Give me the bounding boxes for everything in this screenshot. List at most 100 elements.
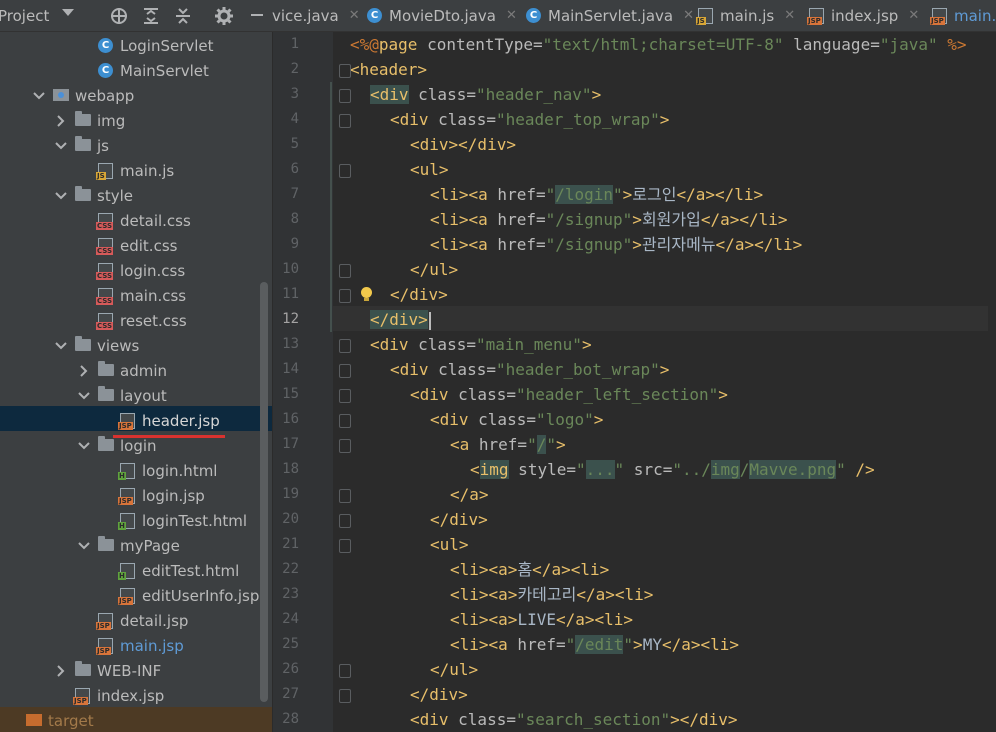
code-line[interactable]: <div></div> — [410, 132, 516, 157]
tree-item-main-jsp[interactable]: JSP main.jsp — [78, 633, 184, 658]
code-editor[interactable]: <%@page contentType="text/html;charset=U… — [273, 32, 996, 732]
tab-index-jsp[interactable]: JSP index.jsp ✕ — [807, 0, 919, 31]
code-line[interactable]: <li><a>LIVE</a><li> — [450, 607, 633, 632]
code-line[interactable]: <div class="header_top_wrap"> — [390, 107, 669, 132]
chevron-down-icon[interactable] — [55, 140, 67, 152]
chevron-down-icon[interactable] — [33, 90, 45, 102]
chevron-down-icon[interactable] — [78, 440, 90, 452]
code-line[interactable]: <li><a href="/edit">MY</a><li> — [450, 632, 739, 657]
tab-moviedto-java[interactable]: C MovieDto.java ✕ — [367, 0, 517, 31]
tree-item-main-js[interactable]: JS main.js — [78, 158, 174, 183]
tab-vice-java[interactable]: vice.java ✕ — [272, 0, 360, 31]
collapse-all-icon[interactable] — [172, 5, 194, 27]
crosshair-icon[interactable] — [108, 5, 130, 27]
code-line[interactable]: <li><a href="/login">로그인</a></li> — [430, 182, 763, 207]
fold-marker-icon[interactable] — [339, 364, 351, 378]
code-line[interactable]: </div> — [370, 307, 431, 332]
code-line[interactable]: <img style="..." src="../img/Mavve.png" … — [470, 457, 875, 482]
tree-item-js[interactable]: js — [55, 133, 109, 158]
fold-marker-icon[interactable] — [339, 164, 351, 178]
code-line[interactable]: </div> — [430, 507, 488, 532]
tab-main-js[interactable]: JS main.js ✕ — [696, 0, 795, 31]
code-line[interactable]: <ul> — [430, 532, 469, 557]
fold-marker-icon[interactable] — [339, 389, 351, 403]
tree-item-target[interactable]: target — [6, 708, 94, 732]
chevron-right-icon[interactable] — [55, 114, 67, 127]
tree-item-mainservlet[interactable]: C MainServlet — [78, 58, 209, 83]
code-line[interactable]: <li><a>카테고리</a><li> — [450, 582, 653, 607]
tree-item-edittest-html[interactable]: HeditTest.html — [100, 558, 239, 583]
tab-mainservlet-java[interactable]: C MainServlet.java ✕ — [526, 0, 694, 31]
close-icon[interactable]: ✕ — [683, 8, 694, 23]
code-line[interactable]: <div class="search_section"></div> — [410, 707, 738, 732]
close-icon[interactable]: ✕ — [784, 8, 795, 23]
fold-marker-icon[interactable] — [339, 664, 351, 678]
code-line[interactable]: <div class="header_left_section"> — [410, 382, 728, 407]
fold-marker-icon[interactable] — [339, 439, 351, 453]
tree-item-edituserinfo-jsp[interactable]: JSP editUserInfo.jsp — [100, 583, 259, 608]
code-line[interactable]: <ul> — [410, 157, 449, 182]
tree-item-main-css[interactable]: CSS main.css — [78, 283, 186, 308]
tree-item-header-jsp[interactable]: JSP header.jsp — [100, 408, 220, 433]
chevron-down-icon[interactable] — [55, 340, 67, 352]
tree-item-edit-css[interactable]: CSS edit.css — [78, 233, 177, 258]
tree-item-webapp[interactable]: webapp — [33, 83, 134, 108]
chevron-down-icon[interactable] — [55, 190, 67, 202]
fold-marker-icon[interactable] — [339, 114, 351, 128]
tree-item-views[interactable]: views — [55, 333, 139, 358]
fold-marker-icon[interactable] — [339, 264, 351, 278]
project-selector[interactable]: Project — [0, 0, 49, 31]
tree-item-index-jsp[interactable]: JSP index.jsp — [55, 683, 164, 708]
fold-marker-icon[interactable] — [339, 339, 351, 353]
tree-item-login[interactable]: login — [78, 433, 157, 458]
minimize-icon[interactable] — [246, 5, 268, 27]
code-line[interactable]: </a> — [450, 482, 489, 507]
editor-scrollbar[interactable] — [988, 32, 996, 732]
settings-icon[interactable] — [213, 5, 235, 27]
tree-item-admin[interactable]: admin — [78, 358, 167, 383]
tree-item-layout[interactable]: layout — [78, 383, 167, 408]
tab-main-j[interactable]: JSP main.j — [930, 0, 996, 31]
fold-marker-icon[interactable] — [339, 489, 351, 503]
tree-item-detail-css[interactable]: CSS detail.css — [78, 208, 191, 233]
tree-item-login-css[interactable]: CSS login.css — [78, 258, 185, 283]
close-icon[interactable]: ✕ — [908, 8, 919, 23]
fold-marker-icon[interactable] — [339, 64, 351, 78]
tree-item-login-jsp[interactable]: JSP login.jsp — [100, 483, 205, 508]
fold-marker-icon[interactable] — [339, 689, 351, 703]
tree-item-style[interactable]: style — [55, 183, 133, 208]
code-line[interactable]: <li><a href="/signup">회원가입</a></li> — [430, 207, 788, 232]
code-line[interactable]: <li><a>홈</a><li> — [450, 557, 609, 582]
chevron-down-icon[interactable] — [78, 390, 90, 402]
fold-marker-icon[interactable] — [339, 539, 351, 553]
code-line[interactable]: <a href="/"> — [450, 432, 566, 457]
fold-marker-icon[interactable] — [339, 514, 351, 528]
code-line[interactable]: </div> — [410, 682, 468, 707]
fold-marker-icon[interactable] — [339, 289, 351, 303]
fold-marker-icon[interactable] — [339, 89, 351, 103]
tree-item-logintest-html[interactable]: HloginTest.html — [100, 508, 247, 533]
tree-item-mypage[interactable]: myPage — [78, 533, 180, 558]
fold-marker-icon[interactable] — [339, 414, 351, 428]
close-icon[interactable]: ✕ — [349, 8, 360, 23]
code-line[interactable]: <li><a href="/signup">관리자메뉴</a></li> — [430, 232, 802, 257]
sidebar-scrollbar[interactable] — [260, 282, 268, 702]
chevron-right-icon[interactable] — [55, 664, 67, 677]
tree-item-reset-css[interactable]: CSS reset.css — [78, 308, 187, 333]
tree-item-loginservlet[interactable]: C LoginServlet — [78, 33, 214, 58]
code-line[interactable]: <div class="header_nav"> — [370, 82, 601, 107]
tree-item-detail-jsp[interactable]: JSP detail.jsp — [78, 608, 188, 633]
tree-item-web-inf[interactable]: WEB-INF — [55, 658, 161, 683]
tree-item-img[interactable]: img — [55, 108, 125, 133]
close-icon[interactable]: ✕ — [506, 8, 517, 23]
lightbulb-icon[interactable] — [361, 287, 372, 301]
expand-all-icon[interactable] — [140, 5, 162, 27]
code-line[interactable]: <div class="header_bot_wrap"> — [390, 357, 669, 382]
code-line[interactable]: </ul> — [430, 657, 478, 682]
code-line[interactable]: <div class="main_menu"> — [370, 332, 592, 357]
chevron-down-icon[interactable] — [78, 540, 90, 552]
code-line[interactable]: <%@page contentType="text/html;charset=U… — [350, 32, 967, 57]
chevron-right-icon[interactable] — [78, 364, 90, 377]
code-line[interactable]: <div class="logo"> — [430, 407, 603, 432]
code-line[interactable]: </div> — [390, 282, 448, 307]
